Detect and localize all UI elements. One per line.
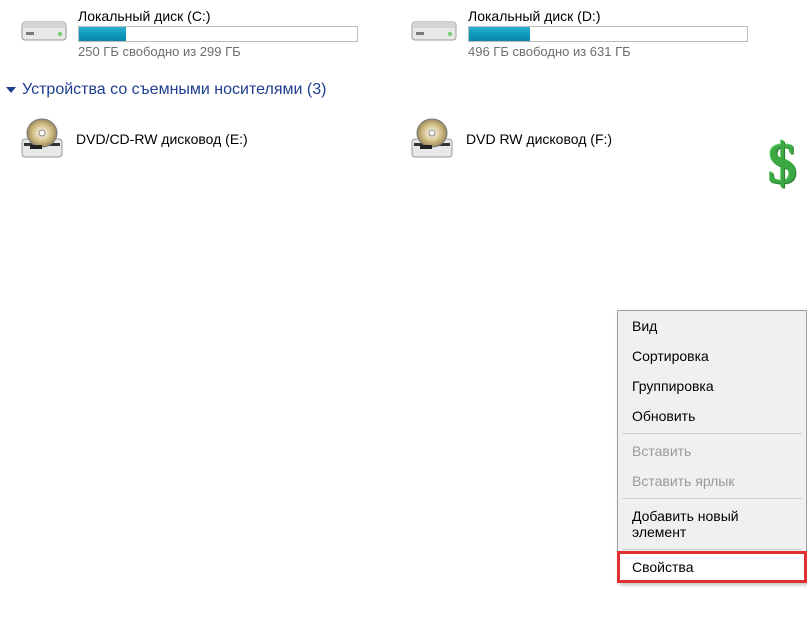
drive-info: Локальный диск (C:) 250 ГБ свободно из 2… [78,8,370,59]
drive-f[interactable]: DVD RW дисковод (F:) [410,117,760,161]
context-menu: Вид Сортировка Группировка Обновить Вста… [617,310,807,583]
optical-drives-row: DVD/CD-RW дисковод (E:) DVD RW дисковод … [0,109,807,169]
drive-label: Локальный диск (D:) [468,8,760,24]
hdd-icon [410,8,458,44]
menu-properties[interactable]: Свойства [618,552,806,582]
section-title: Устройства со съемными носителями (3) [22,81,326,99]
hdd-icon [20,8,68,44]
drive-freespace: 250 ГБ свободно из 299 ГБ [78,44,370,59]
drive-e[interactable]: DVD/CD-RW дисковод (E:) [20,117,370,161]
dollar-icon: $ [768,130,797,197]
menu-separator [622,498,802,499]
menu-paste: Вставить [618,436,806,466]
dvd-drive-icon [410,117,454,161]
drive-label: Локальный диск (C:) [78,8,370,24]
hard-drives-row: Локальный диск (C:) 250 ГБ свободно из 2… [0,0,807,67]
drive-label: DVD/CD-RW дисковод (E:) [76,131,248,147]
menu-separator [622,433,802,434]
menu-refresh[interactable]: Обновить [618,401,806,431]
menu-sort[interactable]: Сортировка [618,341,806,371]
collapse-triangle-icon [6,87,16,93]
menu-paste-shortcut: Вставить ярлык [618,466,806,496]
drive-freespace: 496 ГБ свободно из 631 ГБ [468,44,760,59]
menu-separator [622,549,802,550]
menu-view[interactable]: Вид [618,311,806,341]
drive-c[interactable]: Локальный диск (C:) 250 ГБ свободно из 2… [20,8,370,59]
space-bar [468,26,748,42]
drive-label: DVD RW дисковод (F:) [466,131,612,147]
menu-add-new[interactable]: Добавить новый элемент [618,501,806,547]
drive-d[interactable]: Локальный диск (D:) 496 ГБ свободно из 6… [410,8,760,59]
removable-devices-header[interactable]: Устройства со съемными носителями (3) [0,67,807,109]
menu-group[interactable]: Группировка [618,371,806,401]
dvd-drive-icon [20,117,64,161]
drive-info: Локальный диск (D:) 496 ГБ свободно из 6… [468,8,760,59]
space-bar [78,26,358,42]
